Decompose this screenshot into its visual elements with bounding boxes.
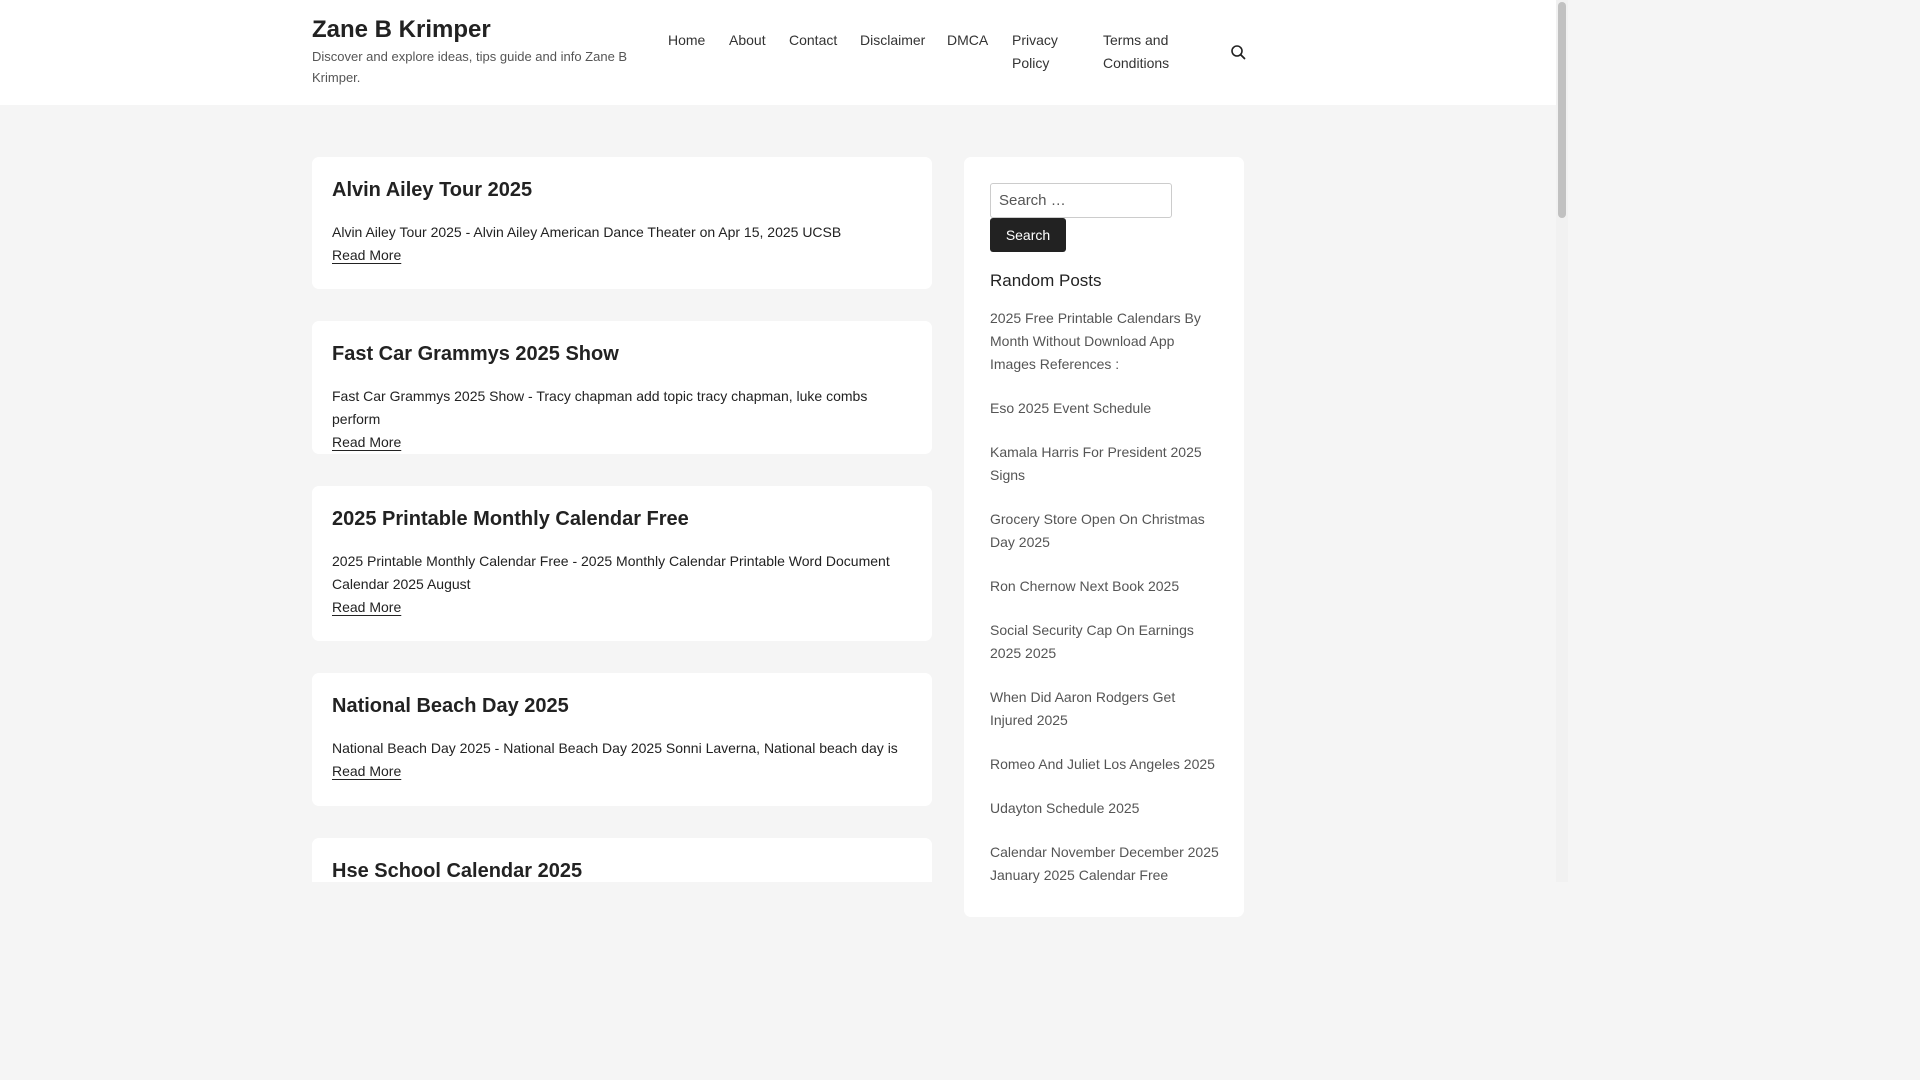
site-branding: Zane B Krimper Discover and explore idea… (312, 16, 632, 88)
random-post-link[interactable]: Grocery Store Open On Christmas Day 2025 (990, 508, 1220, 554)
read-more-link[interactable]: Read More (332, 596, 401, 619)
sidebar: Search Random Posts 2025 Free Printable … (964, 157, 1244, 917)
random-post-link[interactable]: Calendar November December 2025 January … (990, 841, 1220, 887)
post-excerpt: Alvin Ailey Tour 2025 - Alvin Ailey Amer… (332, 224, 842, 240)
search-button[interactable]: Search (990, 218, 1066, 252)
post-card: Hse School Calendar 2025 (312, 838, 932, 882)
random-post-link[interactable]: 2025 Free Printable Calendars By Month W… (990, 307, 1220, 376)
post-card: Fast Car Grammys 2025 Show Fast Car Gram… (312, 321, 932, 454)
post-title[interactable]: Fast Car Grammys 2025 Show (332, 341, 912, 367)
post-card: National Beach Day 2025 National Beach D… (312, 673, 932, 806)
search-icon (1231, 45, 1246, 60)
post-excerpt: National Beach Day 2025 - National Beach… (332, 740, 898, 756)
post-title[interactable]: Hse School Calendar 2025 (332, 858, 912, 884)
random-post-link[interactable]: When Did Aaron Rodgers Get Injured 2025 (990, 686, 1220, 732)
post-title[interactable]: 2025 Printable Monthly Calendar Free (332, 506, 912, 532)
read-more-link[interactable]: Read More (332, 244, 401, 267)
random-posts-list: 2025 Free Printable Calendars By Month W… (990, 307, 1220, 908)
random-post-link[interactable]: Kamala Harris For President 2025 Signs (990, 441, 1220, 487)
post-card: 2025 Printable Monthly Calendar Free 202… (312, 486, 932, 641)
nav-item-about[interactable]: About (729, 29, 766, 52)
post-card: Alvin Ailey Tour 2025 Alvin Ailey Tour 2… (312, 157, 932, 289)
random-post-link[interactable]: Eso 2025 Event Schedule (990, 397, 1220, 420)
nav-item-contact[interactable]: Contact (789, 29, 837, 52)
random-post-link[interactable]: Udayton Schedule 2025 (990, 797, 1220, 820)
page-scrollbar[interactable] (1556, 0, 1568, 882)
site-title[interactable]: Zane B Krimper (312, 16, 632, 44)
search-toggle-button[interactable] (1228, 42, 1248, 62)
random-posts-title: Random Posts (990, 271, 1102, 290)
post-title[interactable]: Alvin Ailey Tour 2025 (332, 177, 912, 203)
nav-item-disclaimer[interactable]: Disclaimer (860, 29, 925, 52)
random-post-link[interactable]: Ron Chernow Next Book 2025 (990, 575, 1220, 598)
random-post-link[interactable]: Social Security Cap On Earnings 2025 202… (990, 619, 1220, 665)
random-post-link[interactable]: Romeo And Juliet Los Angeles 2025 (990, 753, 1220, 776)
site-description: Discover and explore ideas, tips guide a… (312, 49, 628, 85)
site-header: Zane B Krimper Discover and explore idea… (0, 0, 1556, 105)
post-excerpt: Fast Car Grammys 2025 Show - Tracy chapm… (332, 388, 868, 427)
read-more-link[interactable]: Read More (332, 431, 401, 454)
post-excerpt: 2025 Printable Monthly Calendar Free - 2… (332, 553, 890, 592)
scrollbar-thumb[interactable] (1558, 2, 1566, 218)
search-input[interactable] (990, 183, 1172, 218)
post-title[interactable]: National Beach Day 2025 (332, 693, 912, 719)
nav-item-privacy-policy[interactable]: Privacy Policy (1012, 29, 1082, 75)
read-more-link[interactable]: Read More (332, 760, 401, 783)
nav-item-dmca[interactable]: DMCA (947, 29, 988, 52)
nav-item-home[interactable]: Home (668, 29, 705, 52)
nav-item-terms-and-conditions[interactable]: Terms and Conditions (1103, 29, 1193, 75)
